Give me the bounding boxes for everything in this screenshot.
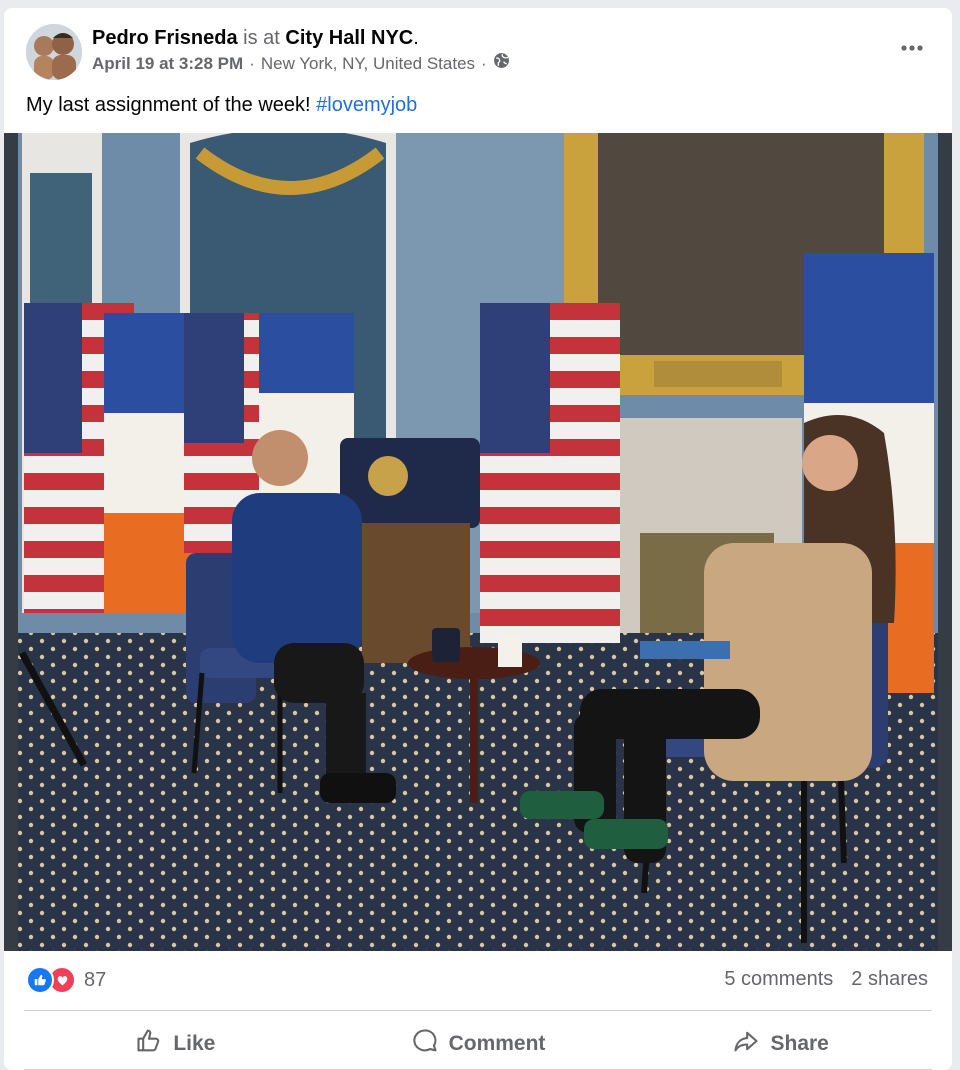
- meta-separator: ·: [249, 53, 255, 73]
- author-avatar[interactable]: [26, 24, 82, 80]
- author-name[interactable]: Pedro Frisneda: [92, 27, 238, 49]
- header-period: .: [413, 27, 419, 49]
- share-arrow-icon: [732, 1027, 760, 1061]
- post-date[interactable]: April 19 at 3:28 PM: [92, 53, 243, 75]
- post-caption: My last assignment of the week! #lovemyj…: [26, 92, 417, 118]
- action-bar: Like Comment Share: [24, 1018, 932, 1070]
- comment-button[interactable]: Comment: [327, 1018, 630, 1070]
- like-reaction-icon: [26, 966, 54, 994]
- post-header-line: Pedro Frisneda is at City Hall NYC.: [92, 26, 419, 50]
- reaction-summary[interactable]: 87: [26, 966, 106, 994]
- reaction-count: 87: [84, 968, 107, 991]
- comment-label: Comment: [448, 1032, 546, 1055]
- thumbs-up-icon: [135, 1027, 163, 1061]
- like-label: Like: [173, 1032, 216, 1055]
- post-photo[interactable]: [4, 133, 952, 951]
- more-options-icon[interactable]: [892, 32, 932, 64]
- checkin-place[interactable]: City Hall NYC: [285, 27, 413, 49]
- hashtag-link[interactable]: #lovemyjob: [316, 94, 417, 116]
- engagement-links: 5 comments 2 shares: [724, 968, 928, 991]
- meta-separator-2: ·: [481, 53, 487, 73]
- post-location[interactable]: New York, NY, United States: [261, 53, 475, 75]
- comments-count-link[interactable]: 5 comments: [724, 968, 833, 991]
- post-meta: April 19 at 3:28 PM · New York, NY, Unit…: [92, 52, 510, 75]
- shares-count-link[interactable]: 2 shares: [851, 968, 928, 991]
- actions-divider: [24, 1010, 932, 1011]
- post-card: Pedro Frisneda is at City Hall NYC. Apri…: [4, 8, 952, 1070]
- caption-text: My last assignment of the week!: [26, 94, 317, 116]
- comment-bubble-icon: [411, 1027, 439, 1061]
- like-button[interactable]: Like: [24, 1018, 327, 1070]
- share-label: Share: [770, 1032, 829, 1055]
- is-at-text: is at: [243, 27, 280, 49]
- share-button[interactable]: Share: [629, 1018, 932, 1070]
- globe-icon[interactable]: [493, 52, 510, 75]
- post-stats: 87 5 comments 2 shares: [4, 952, 952, 1008]
